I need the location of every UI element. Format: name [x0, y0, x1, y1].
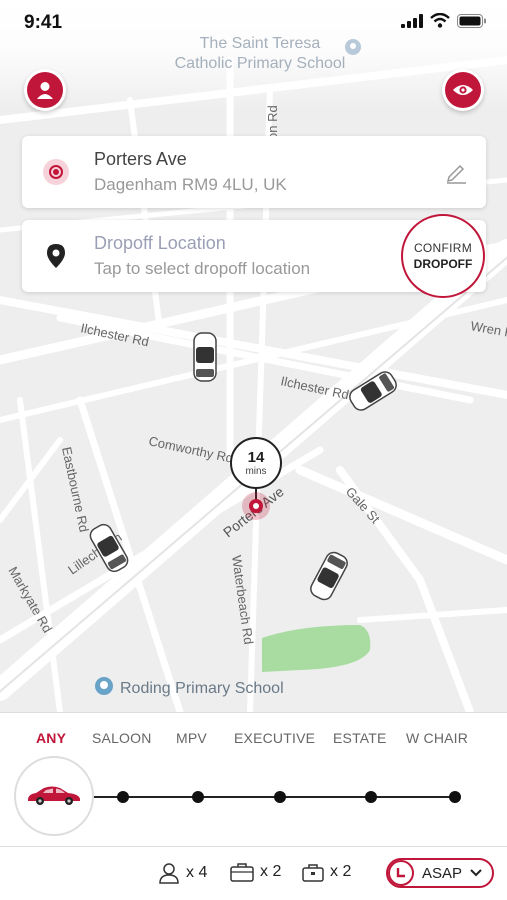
car-marker	[193, 332, 217, 382]
status-bar: 9:41	[0, 0, 507, 44]
poi-top-line2: Catholic Primary School	[174, 55, 346, 72]
profile-button[interactable]	[24, 69, 66, 111]
street-label: Ilchester Rd	[279, 373, 350, 402]
passenger-count: x 4	[186, 864, 208, 881]
view-toggle-button[interactable]	[442, 69, 484, 111]
dropoff-subtitle: Tap to select dropoff location	[94, 259, 311, 278]
confirm-dropoff-button[interactable]: CONFIRM DROPOFF	[401, 214, 485, 298]
street-label: Wren R	[469, 318, 507, 340]
tab-any[interactable]: ANY	[36, 730, 66, 746]
map-view[interactable]: Ilchester Rd Ilchester Rd Comworthy Rd P…	[0, 0, 507, 712]
briefcase-icon	[302, 864, 324, 882]
footer-divider	[0, 846, 507, 847]
battery-icon	[457, 13, 486, 28]
park-area	[262, 625, 371, 672]
dropoff-title: Dropoff Location	[94, 233, 226, 253]
clock-icon	[388, 860, 414, 886]
person-icon	[159, 863, 179, 884]
eta-unit: mins	[245, 465, 267, 477]
poi-pin-icon	[95, 677, 113, 695]
tab-saloon[interactable]: SALOON	[92, 730, 152, 746]
luggage-count: x 2	[260, 863, 282, 880]
tab-executive[interactable]: EXECUTIVE	[234, 730, 315, 746]
passenger-counter[interactable]: x 4	[158, 862, 207, 884]
slider-stop[interactable]	[449, 791, 461, 803]
tab-estate[interactable]: ESTATE	[333, 730, 387, 746]
hand-luggage-counter[interactable]: x 2	[302, 862, 351, 882]
poi-label: Roding Primary School	[120, 680, 284, 697]
eta-bubble: 14 mins	[230, 437, 282, 489]
luggage-counter[interactable]: x 2	[230, 862, 281, 882]
pencil-icon[interactable]	[444, 160, 468, 184]
confirm-label-line2: DROPOFF	[413, 257, 473, 271]
pickup-card[interactable]: Porters Ave Dagenham RM9 4LU, UK	[22, 136, 486, 208]
pickup-title: Porters Ave	[94, 149, 187, 169]
eye-icon	[453, 85, 473, 95]
wifi-icon	[430, 13, 450, 28]
hand-luggage-count: x 2	[330, 863, 352, 880]
asap-time-selector[interactable]: ASAP	[386, 858, 494, 888]
tab-mpv[interactable]: MPV	[176, 730, 207, 746]
status-time: 9:41	[24, 12, 63, 33]
slider-stop[interactable]	[365, 791, 377, 803]
signal-icon	[401, 13, 423, 28]
user-icon	[37, 82, 53, 99]
chevron-down-icon	[470, 869, 482, 877]
status-icons	[401, 13, 487, 28]
eta-value: 14	[247, 448, 265, 466]
vehicle-slider-handle[interactable]	[14, 756, 94, 836]
street-label: Comworthy Rd	[147, 433, 234, 466]
slider-stop[interactable]	[117, 791, 129, 803]
slider-stop[interactable]	[274, 791, 286, 803]
street-label: on Rd	[265, 105, 280, 140]
tab-w-chair[interactable]: W CHAIR	[406, 730, 468, 746]
confirm-label-line1: CONFIRM	[413, 241, 473, 255]
location-pin-icon	[42, 242, 70, 270]
asap-label: ASAP	[422, 864, 463, 882]
pickup-subtitle: Dagenham RM9 4LU, UK	[94, 175, 287, 194]
car-icon	[28, 786, 80, 805]
pickup-target-icon	[42, 158, 70, 186]
car-marker	[310, 551, 348, 601]
pickup-marker-icon	[242, 492, 270, 520]
slider-stop[interactable]	[192, 791, 204, 803]
street-label: Eastbourne Rd	[59, 446, 92, 534]
suitcase-icon	[230, 863, 254, 882]
